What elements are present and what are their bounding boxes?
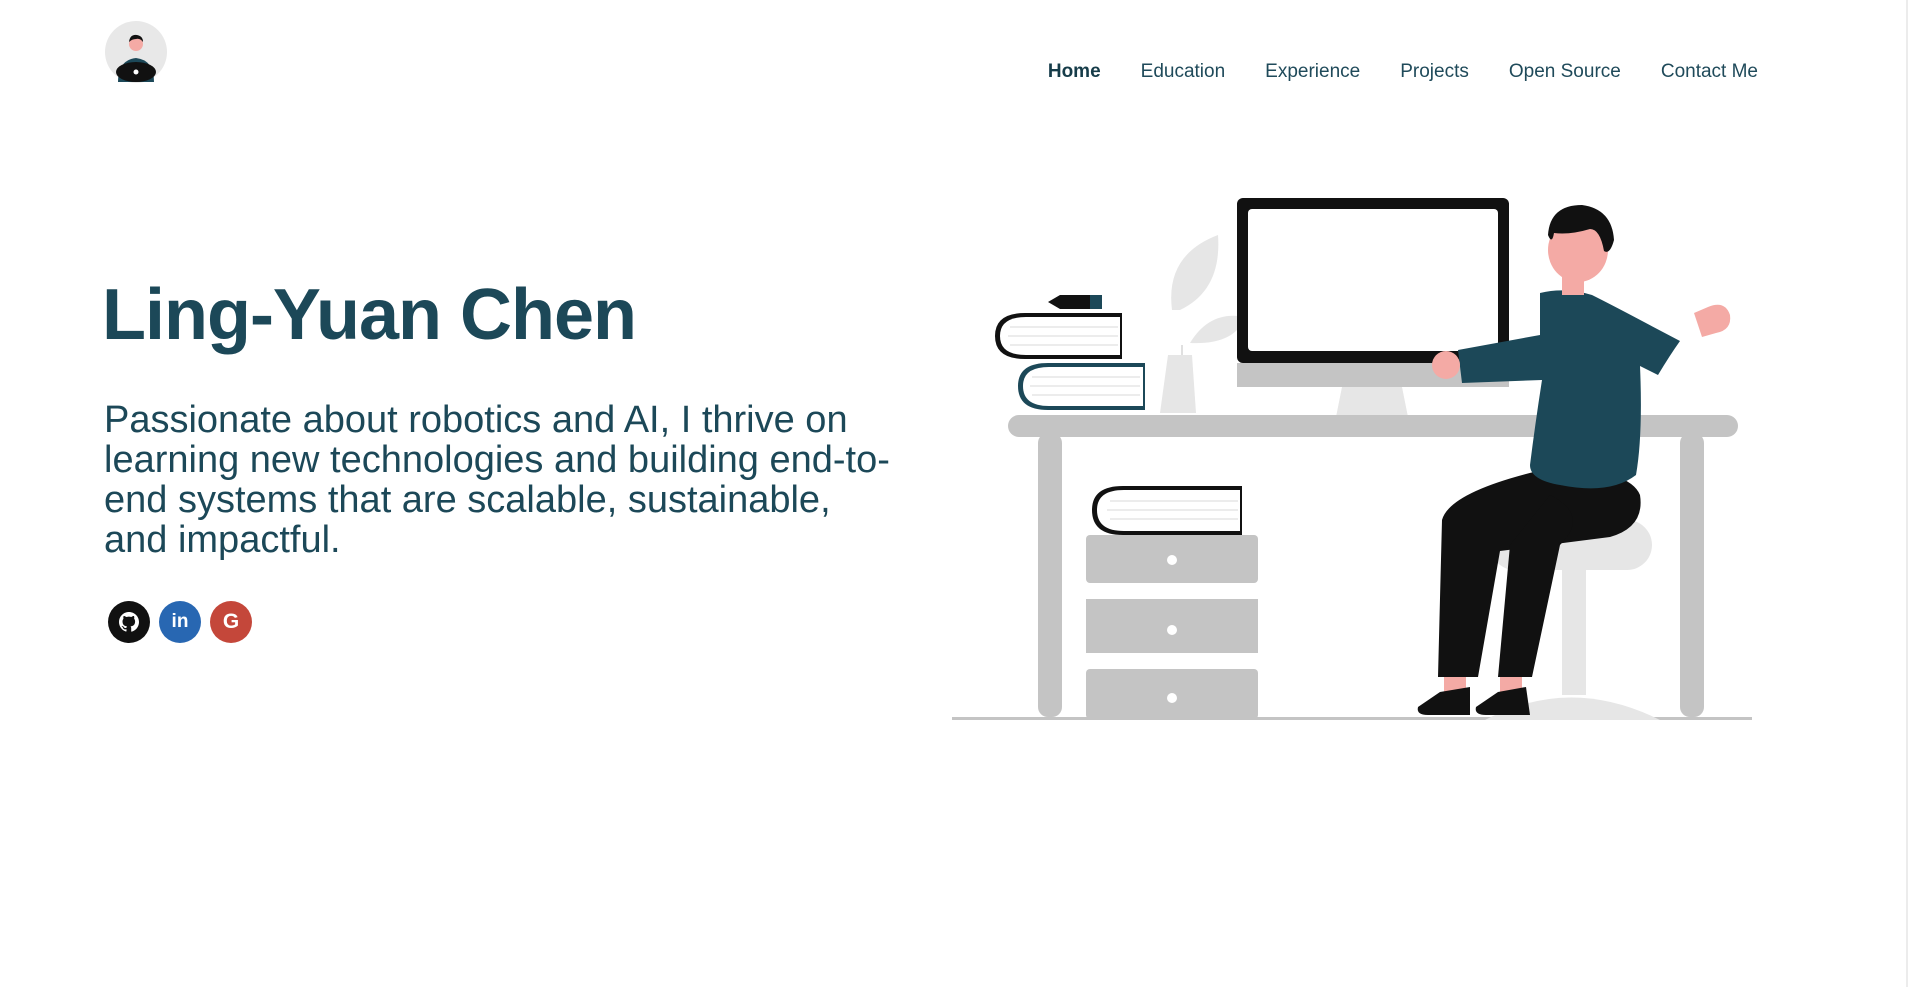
- nav-contact-me[interactable]: Contact Me: [1641, 58, 1778, 86]
- google-button[interactable]: G: [210, 601, 252, 643]
- logo-avatar[interactable]: [104, 20, 168, 84]
- monitor-illustration: [1237, 198, 1509, 417]
- books-on-desk: [995, 295, 1145, 410]
- nav-projects[interactable]: Projects: [1380, 58, 1489, 86]
- nav-home[interactable]: Home: [1028, 58, 1121, 86]
- main-nav: Home Education Experience Projects Open …: [1028, 58, 1778, 86]
- google-icon: G: [222, 610, 240, 633]
- plant-illustration: [1160, 235, 1245, 413]
- nav-education[interactable]: Education: [1121, 58, 1246, 86]
- hero-illustration: [952, 198, 1752, 720]
- nav-experience[interactable]: Experience: [1245, 58, 1380, 86]
- social-links: in G: [108, 601, 252, 643]
- nav-open-source[interactable]: Open Source: [1489, 58, 1641, 86]
- hero-tagline: Passionate about robotics and AI, I thri…: [104, 399, 890, 561]
- linkedin-icon: in: [171, 611, 189, 632]
- github-button[interactable]: [108, 601, 150, 643]
- github-icon: [119, 612, 140, 632]
- hero-name: Ling-Yuan Chen: [102, 275, 637, 355]
- linkedin-button[interactable]: in: [159, 601, 201, 643]
